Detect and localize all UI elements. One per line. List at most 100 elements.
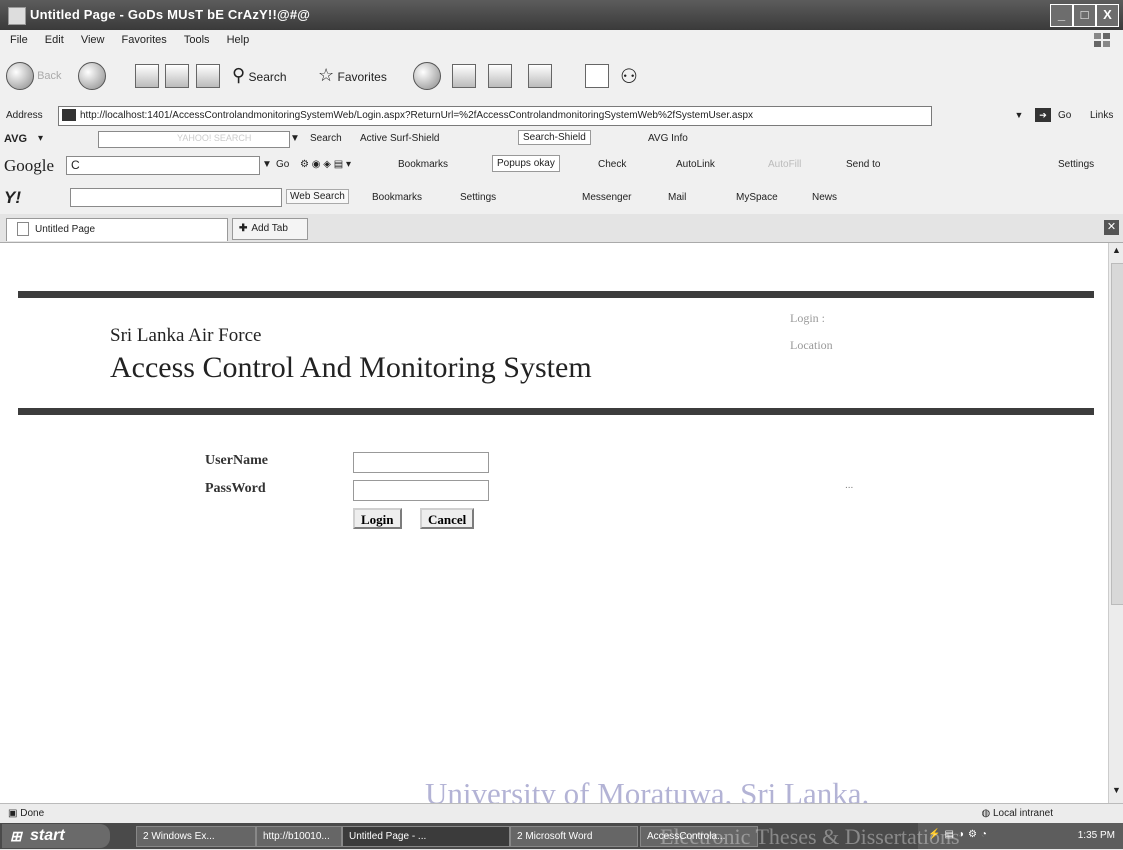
favorites-label: Favorites (337, 70, 387, 84)
history-button[interactable] (413, 62, 441, 90)
location-label: Location (790, 338, 833, 352)
history-icon (413, 62, 441, 90)
task-untitled-page[interactable]: Untitled Page - ... (342, 826, 510, 847)
google-check[interactable]: Check (598, 159, 626, 170)
yahoo-web-search-button[interactable]: Web Search (286, 189, 349, 204)
yahoo-bookmarks[interactable]: Bookmarks (372, 192, 422, 203)
avg-search-input[interactable]: YAHOO! SEARCH (98, 131, 290, 148)
avg-logo: AVG (4, 133, 28, 145)
scroll-down-icon[interactable]: ▼ (1112, 785, 1121, 795)
address-url: http://localhost:1401/AccessControlandmo… (80, 110, 754, 121)
search-icon: ⚲ (232, 65, 246, 85)
maximize-button[interactable]: □ (1073, 4, 1096, 27)
mail-button[interactable] (452, 64, 476, 88)
menu-view[interactable]: View (81, 34, 105, 46)
avg-info-menu[interactable]: AVG Info (648, 133, 688, 144)
cancel-button[interactable]: Cancel (420, 508, 475, 529)
address-dropdown-icon[interactable]: ▼ (1012, 108, 1026, 122)
address-input[interactable]: http://localhost:1401/AccessControlandmo… (58, 106, 932, 126)
go-button[interactable]: Go (1058, 110, 1071, 121)
username-input[interactable] (353, 452, 489, 473)
home-button[interactable] (196, 64, 220, 88)
avg-surf-shield[interactable]: Active Surf-Shield (360, 133, 439, 144)
menu-edit[interactable]: Edit (45, 34, 64, 46)
messenger-button[interactable]: ⚇ (620, 64, 638, 89)
menu-file[interactable]: File (10, 34, 28, 46)
scroll-up-icon[interactable]: ▲ (1112, 245, 1121, 255)
star-icon: ☆ (318, 65, 335, 85)
yahoo-news[interactable]: News (812, 192, 837, 203)
back-button[interactable]: Back (6, 62, 62, 90)
discuss-icon (585, 64, 609, 88)
yahoo-settings[interactable]: Settings (460, 192, 496, 203)
print-icon (488, 64, 512, 88)
search-button[interactable]: ⚲ Search (232, 65, 287, 86)
google-go-button[interactable]: Go (276, 159, 289, 170)
close-window-button[interactable]: X (1096, 4, 1119, 27)
forward-button[interactable] (78, 62, 106, 90)
password-input[interactable] (353, 480, 489, 501)
username-label: UserName (205, 453, 268, 468)
edit-button[interactable] (528, 64, 552, 88)
forward-arrow-icon (78, 62, 106, 90)
yahoo-messenger[interactable]: Messenger (582, 192, 631, 203)
google-tool-icons[interactable]: ⚙ ◉ ◈ ▤ ▾ (300, 159, 351, 170)
vertical-scrollbar[interactable]: ▲ ▼ (1108, 243, 1123, 803)
login-info-label: Login : (790, 311, 825, 325)
close-tab-icon[interactable]: ✕ (1104, 220, 1119, 235)
google-sendto[interactable]: Send to (846, 159, 880, 170)
address-label: Address (6, 110, 43, 121)
yahoo-mail[interactable]: Mail (668, 192, 686, 203)
go-arrow-icon[interactable]: ➔ (1035, 108, 1051, 122)
taskbar-watermark: Electronic Theses & Dissertations (660, 824, 960, 849)
top-divider (18, 291, 1094, 298)
menu-help[interactable]: Help (227, 34, 250, 46)
google-dropdown-icon[interactable]: ▼ (262, 159, 272, 170)
favorites-button[interactable]: ☆ Favorites (318, 65, 387, 86)
avg-search-shield[interactable]: Search-Shield (518, 130, 591, 145)
minimize-button[interactable]: _ (1050, 4, 1073, 27)
google-autofill[interactable]: AutoFill (768, 159, 801, 170)
add-tab-label: Add Tab (251, 223, 288, 234)
standard-toolbar: Back ⚲ Search ☆ Favorites ⚇ (0, 50, 1123, 104)
task-browser[interactable]: http://b10010... (256, 826, 342, 847)
google-search-input[interactable]: C (66, 156, 260, 175)
page-icon (17, 222, 29, 237)
task-microsoft-word[interactable]: 2 Microsoft Word (510, 826, 638, 847)
mail-icon (452, 64, 476, 88)
google-autolink[interactable]: AutoLink (676, 159, 715, 170)
window-title: Untitled Page - GoDs MUsT bE CrAzY!!@#@ (30, 7, 311, 22)
links-button[interactable]: Links (1090, 110, 1113, 121)
print-button[interactable] (488, 64, 512, 88)
task-windows-explorer[interactable]: 2 Windows Ex... (136, 826, 256, 847)
google-settings[interactable]: Settings (1058, 159, 1094, 170)
start-button[interactable]: ⊞ start (2, 824, 110, 848)
login-button[interactable]: Login (353, 508, 402, 529)
home-icon (196, 64, 220, 88)
avg-search-button[interactable]: Search (310, 133, 342, 144)
ie-app-icon (8, 7, 26, 25)
google-query: C (71, 158, 80, 172)
yahoo-myspace[interactable]: MySpace (736, 192, 778, 203)
stop-button[interactable] (135, 64, 159, 88)
edit-icon (528, 64, 552, 88)
messenger-icon: ⚇ (620, 66, 638, 88)
avg-dropdown-icon[interactable]: ▾ (38, 133, 43, 144)
menu-favorites[interactable]: Favorites (122, 34, 167, 46)
status-done-text: Done (20, 808, 45, 819)
google-bookmarks[interactable]: Bookmarks (398, 159, 448, 170)
refresh-icon (165, 64, 189, 88)
scroll-thumb[interactable] (1111, 263, 1123, 605)
tab-untitled-page[interactable]: Untitled Page (6, 218, 228, 241)
stop-icon (135, 64, 159, 88)
refresh-button[interactable] (165, 64, 189, 88)
yahoo-search-input[interactable] (70, 188, 282, 207)
discuss-button[interactable] (585, 64, 609, 88)
avg-search-dropdown-icon[interactable]: ▼ (290, 133, 300, 144)
start-label: start (30, 827, 65, 844)
menu-tools[interactable]: Tools (184, 34, 210, 46)
avg-toolbar: AVG ▾ YAHOO! SEARCH ▼ Search Active Surf… (0, 128, 1123, 150)
google-popups[interactable]: Popups okay (492, 155, 560, 172)
add-tab-button[interactable]: ✚ Add Tab (232, 218, 308, 240)
system-title: Access Control And Monitoring System (110, 351, 592, 384)
